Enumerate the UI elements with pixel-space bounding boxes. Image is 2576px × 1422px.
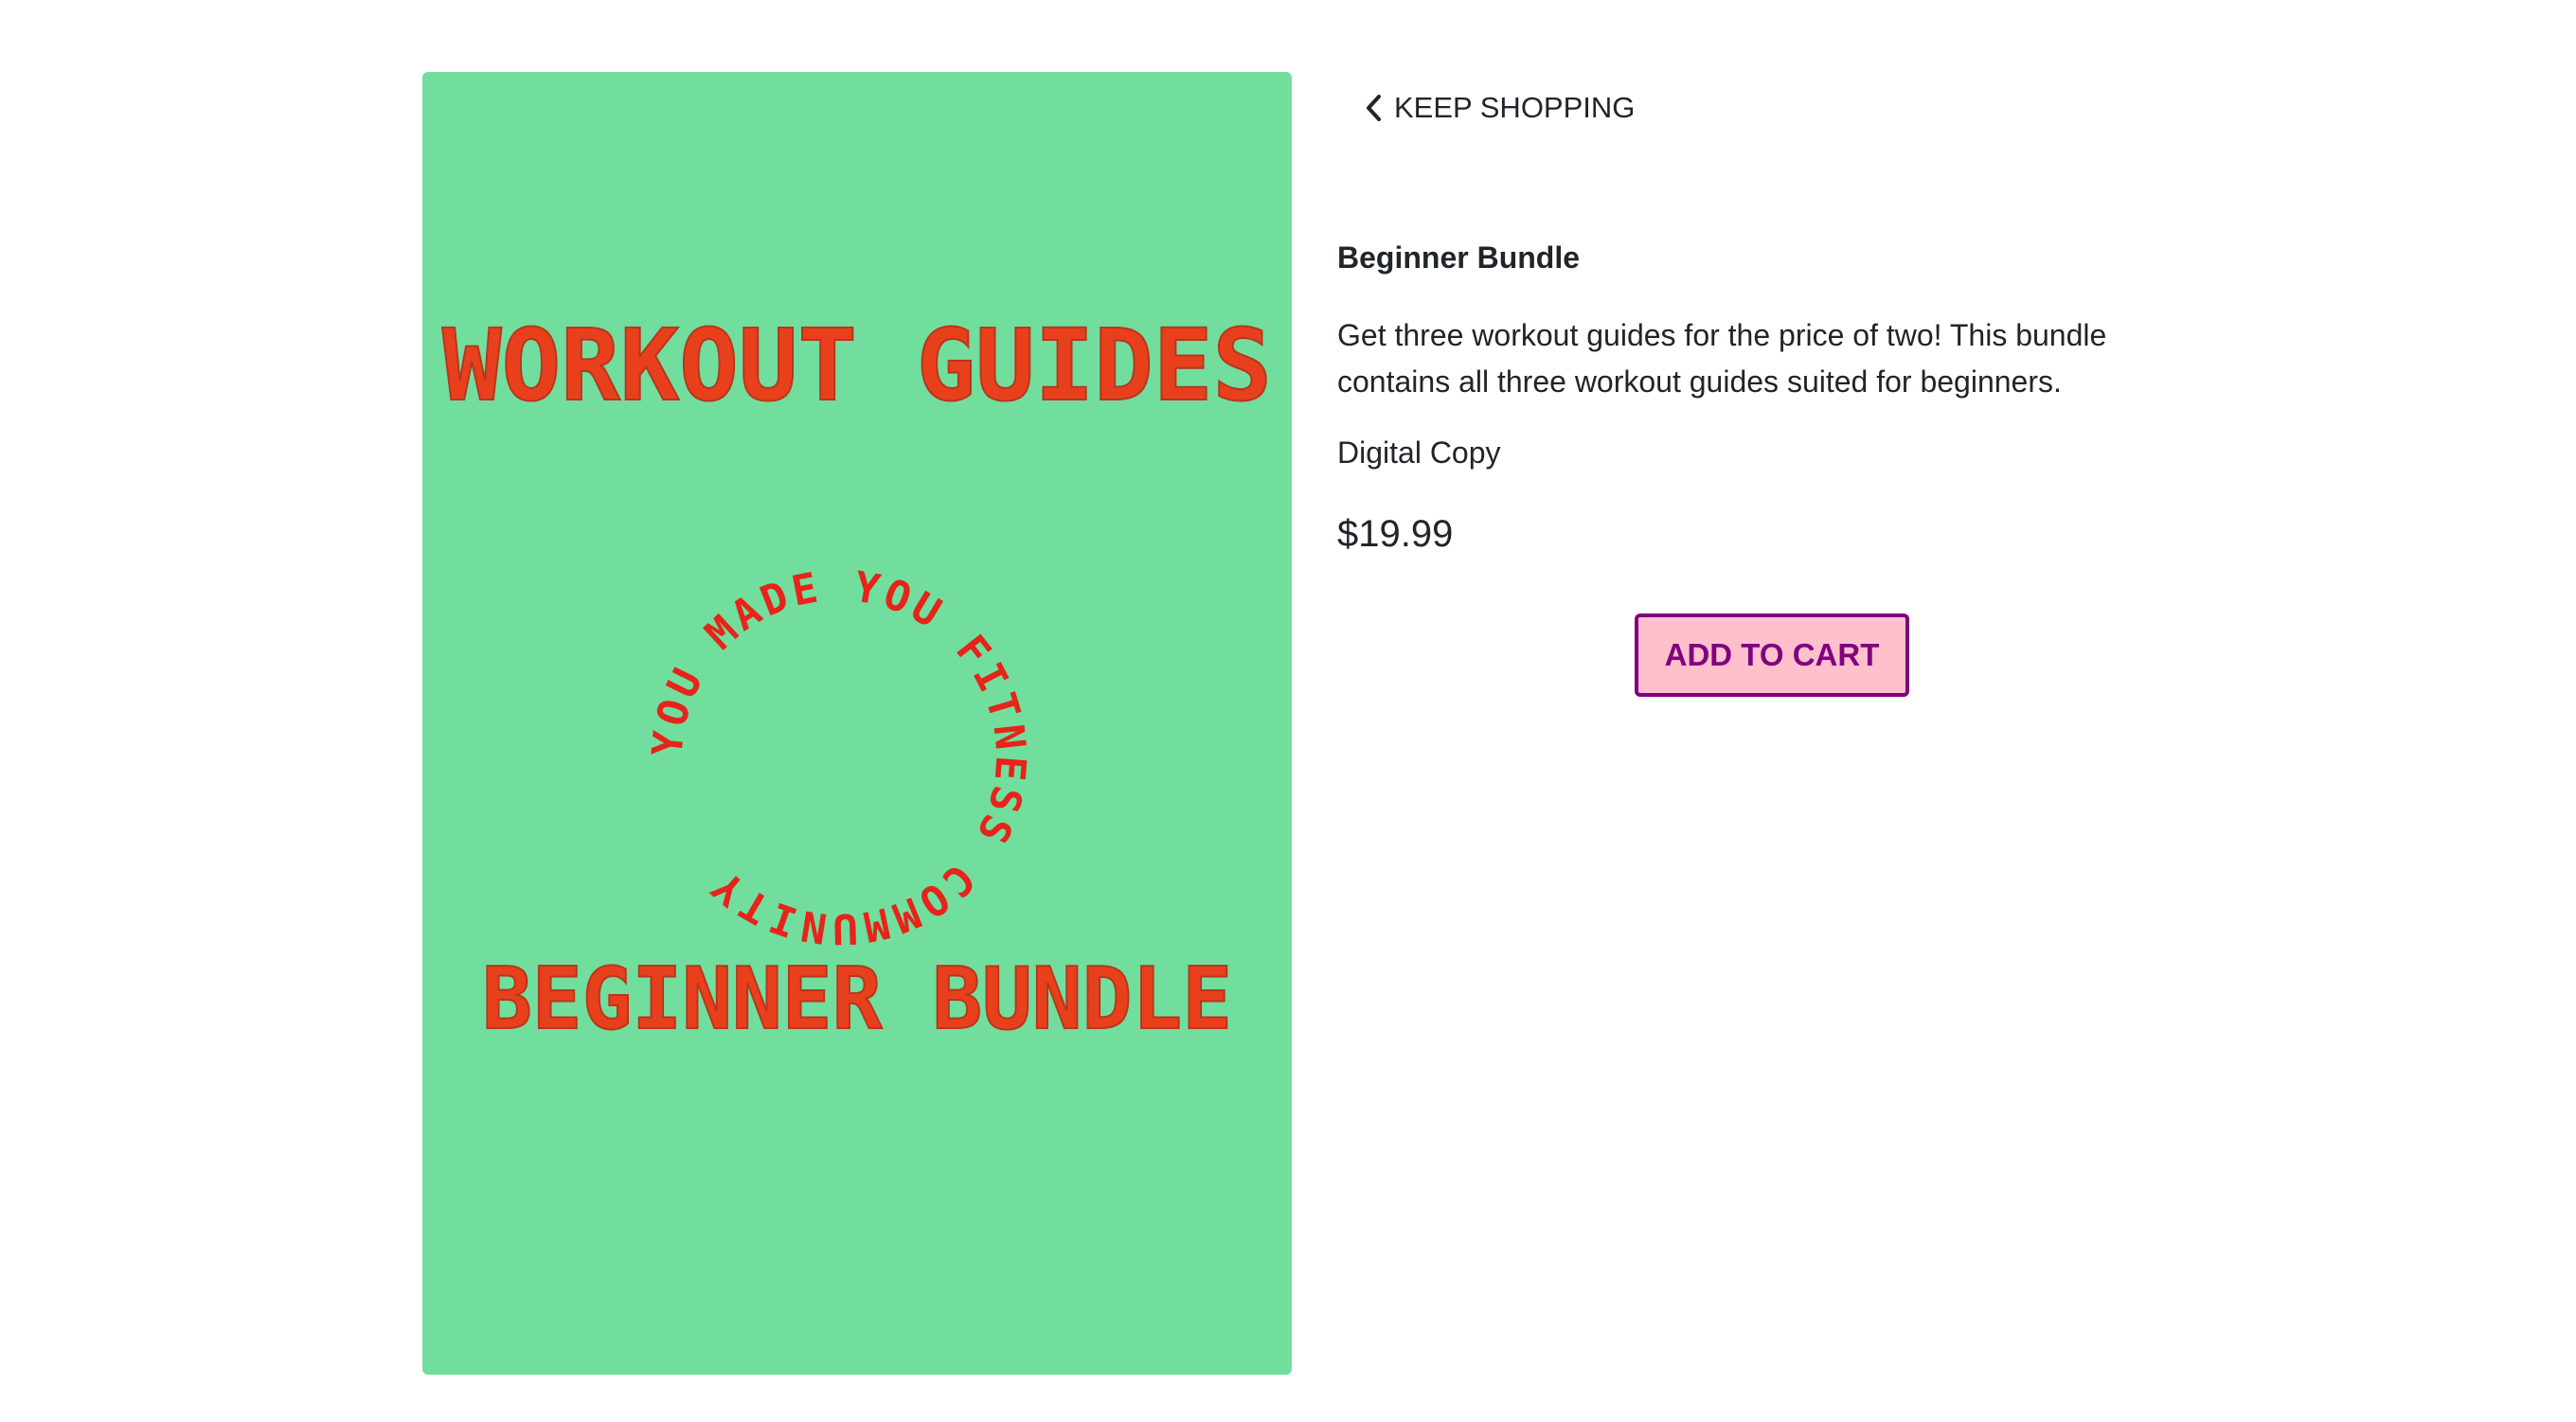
product-price: $19.99	[1337, 513, 1454, 555]
keep-shopping-label: KEEP SHOPPING	[1394, 91, 1636, 124]
product-title: Beginner Bundle	[1337, 240, 1581, 275]
add-to-cart-button[interactable]: ADD TO CART	[1635, 613, 1909, 697]
product-page: WORKOUT GUIDES YOU MADE YOU FITNESS COMM…	[0, 0, 2576, 1422]
product-description: Get three workout guides for the price o…	[1337, 318, 2107, 399]
keep-shopping-link[interactable]: KEEP SHOPPING	[1362, 91, 1635, 125]
product-cover-image: WORKOUT GUIDES YOU MADE YOU FITNESS COMM…	[422, 72, 1292, 1375]
product-format: Digital Copy	[1337, 435, 1501, 470]
cover-ring-text: YOU MADE YOU FITNESS COMMUNITY	[643, 562, 1034, 952]
cover-headline-top: WORKOUT GUIDES	[442, 308, 1272, 423]
cover-artwork: WORKOUT GUIDES YOU MADE YOU FITNESS COMM…	[441, 307, 1273, 1050]
cover-headline-bottom: BEGINNER BUNDLE	[482, 950, 1232, 1049]
cover-ring-text-path: YOU MADE YOU FITNESS COMMUNITY	[643, 562, 1030, 952]
chevron-left-icon	[1367, 95, 1381, 121]
